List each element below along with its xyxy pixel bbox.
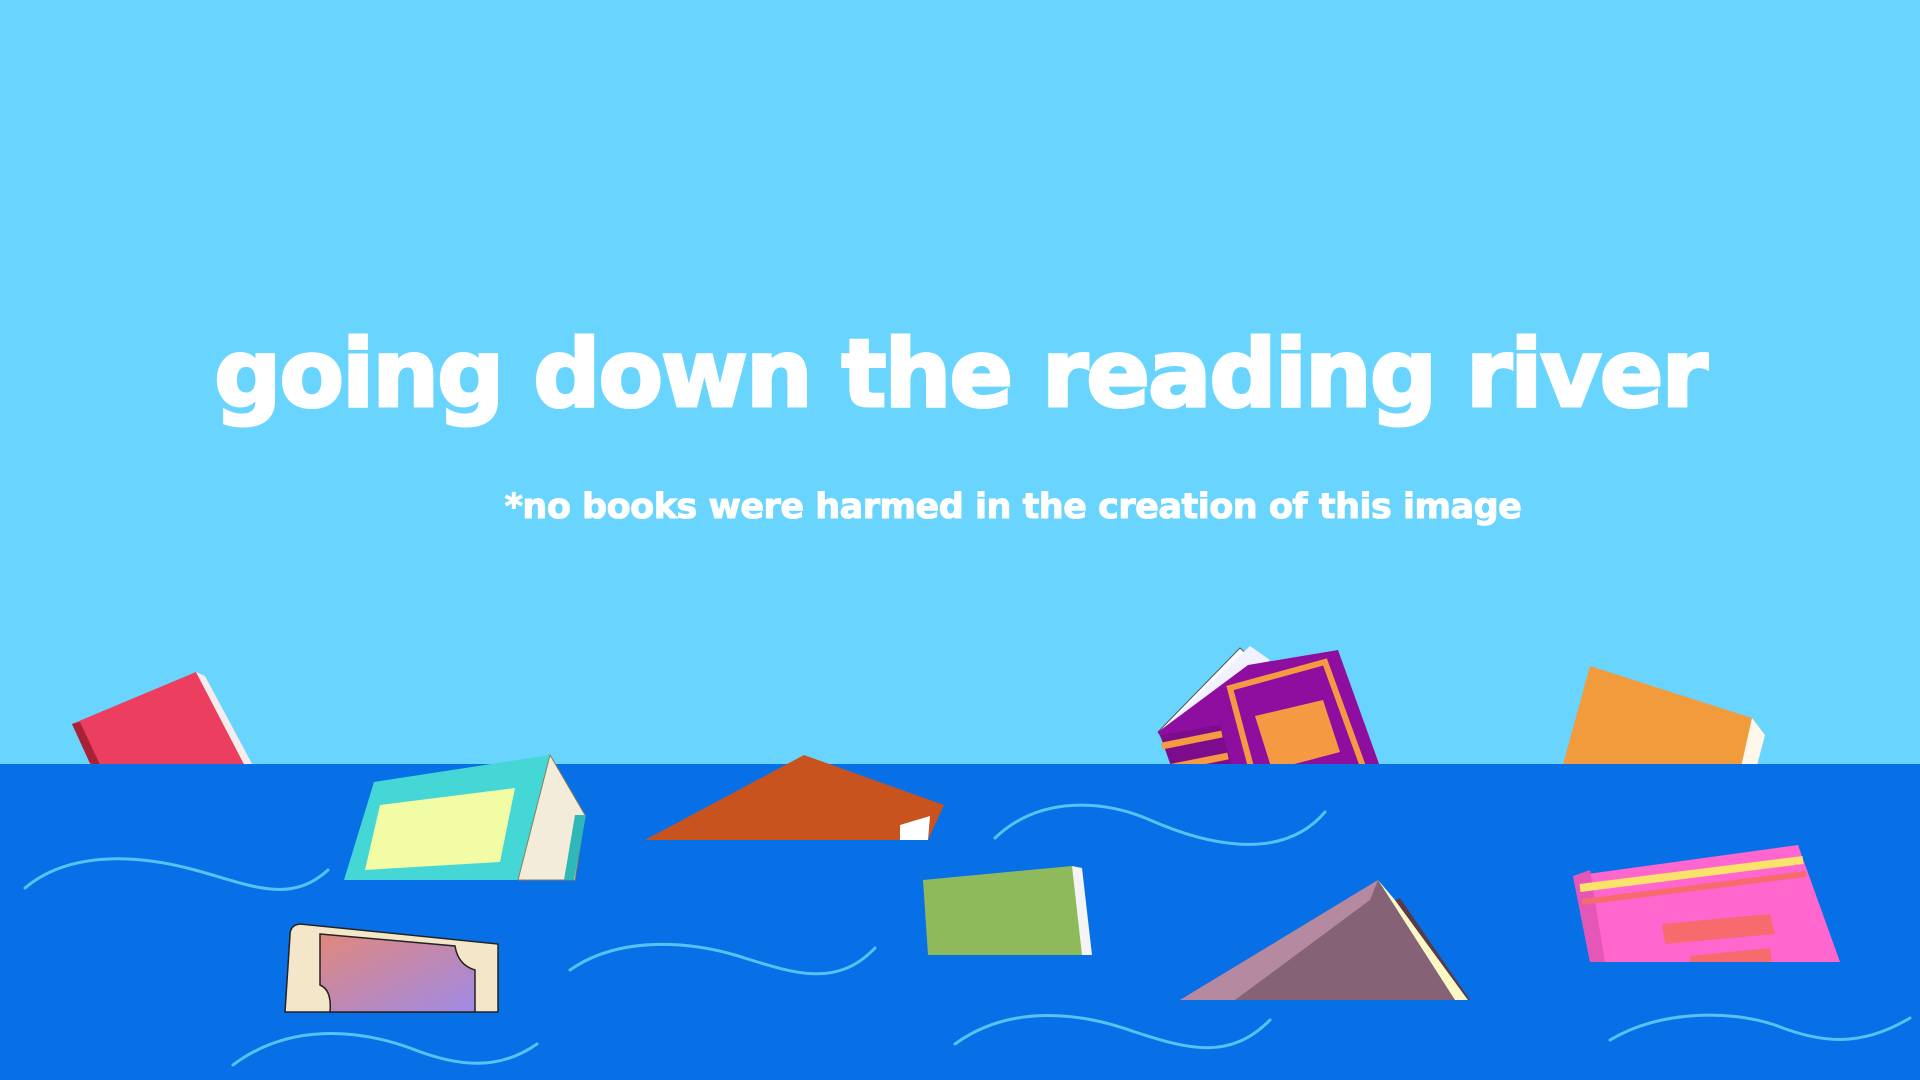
green-book bbox=[923, 866, 1092, 955]
page-title: going down the reading river bbox=[213, 320, 1710, 429]
illustration: going down the reading river *no books w… bbox=[0, 0, 1920, 1080]
page-subtitle: *no books were harmed in the creation of… bbox=[504, 487, 1522, 527]
river-scene bbox=[0, 646, 1920, 1080]
